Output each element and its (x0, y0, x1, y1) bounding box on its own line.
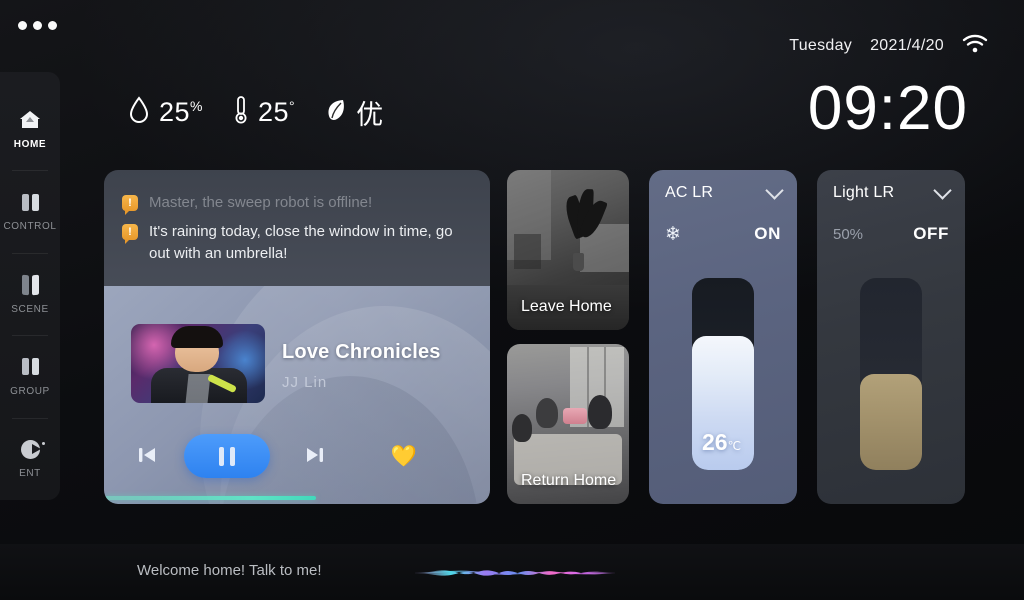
group-panels-icon (18, 356, 42, 378)
device-card-ac: AC LR ❄ ON 26℃ (649, 170, 797, 504)
device-card-light: Light LR 50% OFF (817, 170, 965, 504)
album-art[interactable] (131, 324, 265, 403)
previous-track-icon (136, 445, 158, 470)
environment-status: 25% 25° 优 (128, 93, 384, 132)
voice-assistant-bar: Welcome home! Talk to me! (0, 544, 1024, 600)
leaf-icon (325, 97, 347, 128)
heart-icon: 💛 (390, 445, 418, 468)
voice-assistant-message: Welcome home! Talk to me! (137, 562, 322, 579)
chevron-down-icon[interactable] (933, 181, 952, 200)
pause-icon (216, 446, 238, 466)
slider-fill (860, 374, 922, 470)
sliders-icon (18, 191, 42, 213)
date-label: 2021/4/20 (870, 37, 944, 54)
scene-panels-icon (18, 274, 42, 296)
thermometer-icon (233, 95, 249, 130)
sidebar-item-home[interactable]: HOME (0, 88, 60, 170)
device-status-row: ❄ ON (665, 224, 781, 244)
humidity-readout: 25% (128, 96, 203, 129)
play-pause-button[interactable] (184, 434, 270, 478)
clock: 09:20 (807, 74, 968, 143)
scene-card-return-home[interactable]: Return Home (507, 344, 629, 504)
playback-progress-bar[interactable] (104, 496, 490, 500)
temperature-readout: 25° (233, 95, 295, 130)
playback-controls: 💛 (104, 434, 490, 480)
weekday-label: Tuesday (789, 37, 853, 54)
temperature-value: 25° (258, 97, 296, 127)
humidity-drop-icon (128, 96, 150, 129)
sidebar-item-label: ENT (19, 468, 41, 480)
slider-fill: 26℃ (692, 335, 754, 470)
wifi-icon[interactable] (962, 34, 988, 58)
sidebar: HOME CONTROL SCENE GROUP ENT (0, 72, 60, 500)
brightness-value: 50% (833, 225, 864, 243)
humidity-value: 25% (159, 97, 203, 127)
favorite-button[interactable]: 💛 (386, 434, 422, 480)
air-quality-readout: 优 (325, 93, 384, 132)
sidebar-item-group[interactable]: GROUP (0, 335, 60, 417)
track-artist: JJ Lin (282, 374, 328, 391)
device-name: Light LR (833, 184, 895, 201)
menu-dots-icon[interactable] (18, 21, 57, 30)
entertainment-icon (18, 438, 45, 460)
sidebar-item-label: GROUP (10, 385, 50, 397)
scene-card-leave-home[interactable]: Leave Home (507, 170, 629, 330)
sidebar-item-control[interactable]: CONTROL (0, 170, 60, 252)
sidebar-item-label: HOME (13, 138, 47, 150)
previous-track-button[interactable] (128, 434, 166, 480)
temperature-slider[interactable]: 26℃ (692, 278, 754, 470)
air-quality-value: 优 (356, 100, 384, 130)
snowflake-icon[interactable]: ❄ (665, 225, 681, 244)
voice-waveform[interactable] (414, 564, 616, 582)
device-status-row: 50% OFF (833, 224, 949, 244)
notification-text: It's raining today, close the window in … (149, 223, 453, 262)
device-header: AC LR (665, 181, 784, 202)
sidebar-item-scene[interactable]: SCENE (0, 252, 60, 335)
temperature-value-label: 26℃ (702, 429, 742, 455)
next-track-icon (304, 445, 326, 470)
sidebar-item-label: CONTROL (3, 221, 57, 233)
next-track-button[interactable] (296, 434, 334, 480)
warning-bubble-icon: ! (122, 224, 138, 245)
track-title: Love Chronicles (282, 341, 441, 363)
sidebar-item-ent[interactable]: ENT (0, 417, 60, 500)
scene-label: Leave Home (521, 298, 612, 315)
scene-label: Return Home (521, 472, 617, 489)
device-power-state[interactable]: ON (754, 224, 781, 244)
notification-panel: ! Master, the sweep robot is offline! ! … (104, 170, 490, 286)
home-icon (18, 109, 42, 131)
sidebar-item-label: SCENE (11, 303, 49, 315)
progress-fill (104, 496, 317, 500)
notification-text: Master, the sweep robot is offline! (149, 194, 373, 211)
device-header: Light LR (833, 181, 952, 202)
brightness-slider[interactable] (860, 278, 922, 470)
chevron-down-icon[interactable] (765, 181, 784, 200)
smart-home-dashboard: HOME CONTROL SCENE GROUP ENT 25% 25° 优 T… (0, 0, 1024, 600)
device-power-state[interactable]: OFF (913, 224, 949, 244)
warning-bubble-icon: ! (122, 195, 138, 215)
date-wifi-bar: Tuesday 2021/4/20 (789, 34, 988, 58)
music-player-card: Love Chronicles JJ Lin 💛 (104, 286, 490, 504)
notification-item[interactable]: ! Master, the sweep robot is offline! (122, 192, 470, 215)
notification-item[interactable]: ! It's raining today, close the window i… (122, 221, 470, 264)
device-name: AC LR (665, 184, 714, 201)
